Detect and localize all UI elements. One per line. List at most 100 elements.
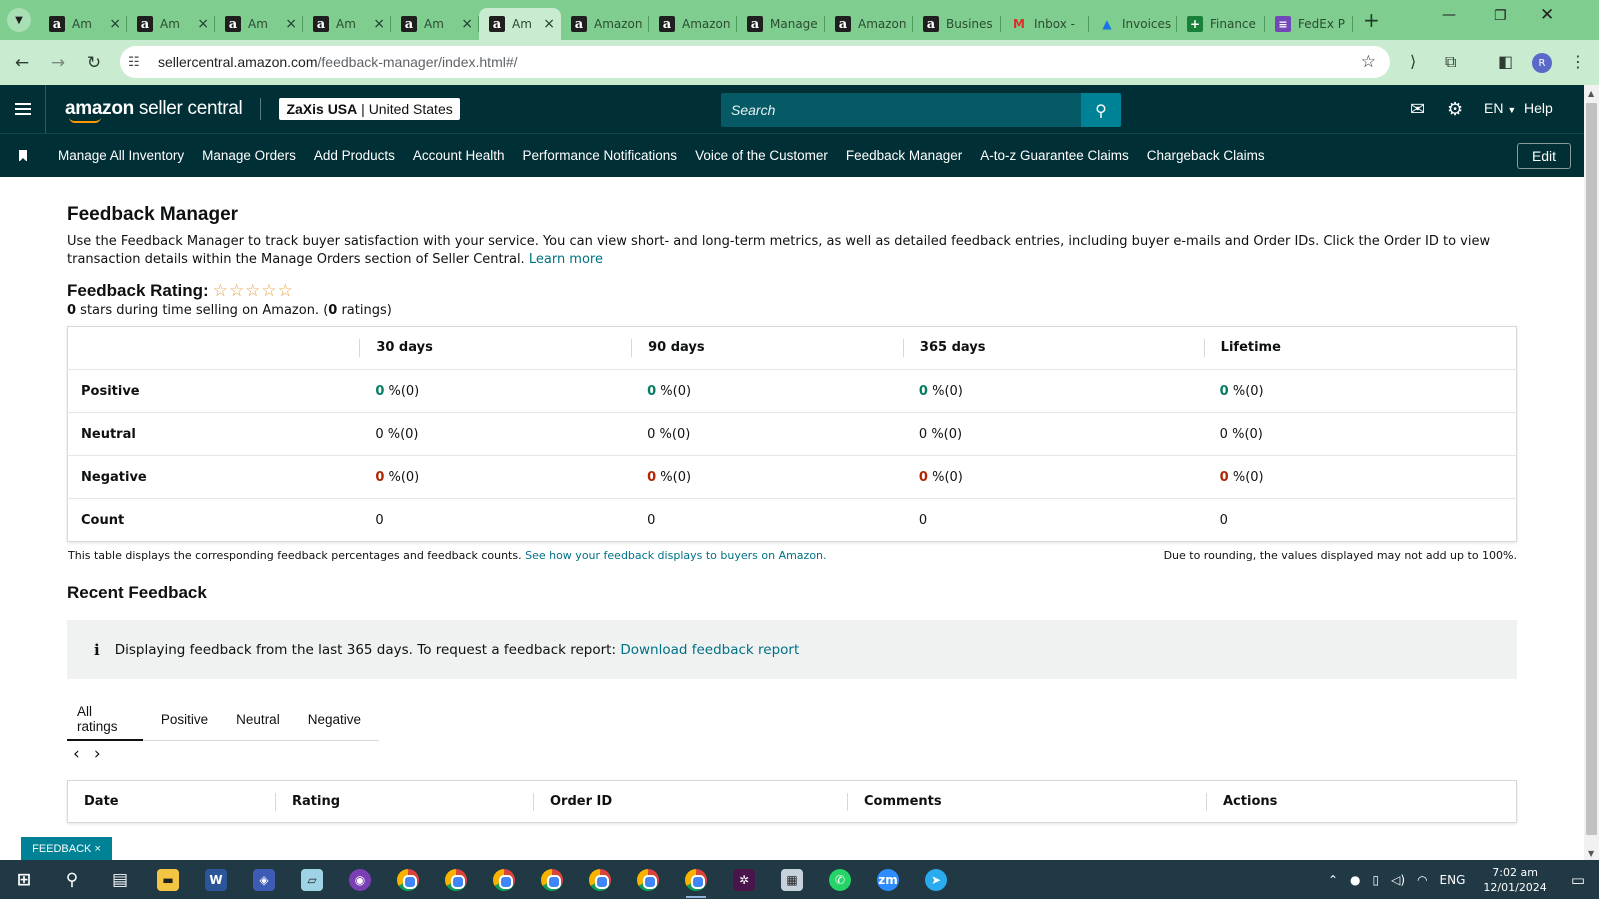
language-selector[interactable]: EN ▼ <box>1484 100 1516 116</box>
browser-tab[interactable]: M Inbox - <box>1001 8 1089 40</box>
page-scrollbar[interactable]: ▲ ▼ <box>1584 85 1599 860</box>
profile-avatar[interactable]: R <box>1532 53 1552 73</box>
taskbar-zoom[interactable]: zm <box>864 860 912 899</box>
seller-central-logo[interactable]: amazon seller central <box>65 98 243 123</box>
main-menu-button[interactable] <box>0 85 46 133</box>
taskbar-chrome[interactable] <box>480 860 528 899</box>
nav-item[interactable]: Voice of the Customer <box>695 148 828 163</box>
browser-tab[interactable]: a Am × <box>127 8 215 40</box>
rating-tab[interactable]: Positive <box>151 699 218 741</box>
feedback-display-link[interactable]: See how your feedback displays to buyers… <box>525 549 826 562</box>
gear-icon[interactable]: ⚙ <box>1447 99 1463 120</box>
recent-column-header[interactable]: Rating <box>275 792 533 811</box>
address-url[interactable]: sellercentral.amazon.com/feedback-manage… <box>158 54 518 70</box>
rating-tab[interactable]: Negative <box>298 699 371 741</box>
close-tab-icon[interactable]: × <box>285 16 297 32</box>
notifications-icon[interactable]: ▭ <box>1571 871 1585 889</box>
nav-item[interactable]: A-to-z Guarantee Claims <box>980 148 1129 163</box>
taskbar-chrome[interactable] <box>624 860 672 899</box>
volume-icon[interactable]: ◁) <box>1391 873 1405 887</box>
browser-tab[interactable]: a Am × <box>39 8 127 40</box>
bookmark-star-icon[interactable]: ☆ <box>1361 52 1376 72</box>
extension-icon[interactable]: ⟩ <box>1410 52 1416 71</box>
close-tab-icon[interactable]: × <box>109 16 121 32</box>
help-link[interactable]: Help <box>1524 100 1553 116</box>
close-tab-icon[interactable]: × <box>197 16 209 32</box>
close-tab-icon[interactable]: × <box>461 16 473 32</box>
browser-tab[interactable]: a Amazon <box>649 8 737 40</box>
site-info-icon[interactable]: ☷ <box>128 55 158 70</box>
search-button[interactable]: ⚲ <box>1081 93 1121 127</box>
browser-tab[interactable]: a Am × <box>391 8 479 40</box>
search-input[interactable] <box>721 93 1081 127</box>
back-button[interactable]: ← <box>4 53 40 73</box>
store-switcher[interactable]: ZaXis USA | United States <box>279 98 460 120</box>
close-tab-icon[interactable]: × <box>373 16 385 32</box>
taskbar-app-badge[interactable]: ◉ <box>336 860 384 899</box>
taskbar-chrome[interactable] <box>576 860 624 899</box>
nav-item[interactable]: Manage All Inventory <box>58 148 184 163</box>
taskbar-notepad[interactable]: ▱ <box>288 860 336 899</box>
restore-window-button[interactable]: ❐ <box>1494 8 1507 24</box>
forward-button[interactable]: → <box>40 53 76 73</box>
chevron-right-icon[interactable]: › <box>94 744 101 764</box>
browser-tab[interactable]: a Amazon <box>825 8 913 40</box>
taskbar-chrome[interactable] <box>672 860 720 899</box>
browser-tab[interactable]: ≡ FedEx P <box>1265 8 1353 40</box>
recent-column-header[interactable]: Date <box>68 793 275 811</box>
browser-tab[interactable]: a Amazon <box>561 8 649 40</box>
taskbar-search[interactable]: ⚲ <box>48 860 96 899</box>
rating-tab[interactable]: Neutral <box>226 699 290 741</box>
taskbar-vpn[interactable]: ◈ <box>240 860 288 899</box>
scroll-down-icon[interactable]: ▼ <box>1588 849 1594 858</box>
taskbar-calculator[interactable]: ▦ <box>768 860 816 899</box>
side-panel-icon[interactable]: ◧ <box>1498 52 1513 71</box>
extensions-puzzle-icon[interactable]: ⧉ <box>1445 52 1456 72</box>
taskbar-whatsapp[interactable]: ✆ <box>816 860 864 899</box>
nav-item[interactable]: Add Products <box>314 148 395 163</box>
close-feedback-icon[interactable]: × <box>94 843 100 855</box>
new-tab-button[interactable]: + <box>1363 8 1380 32</box>
nav-item[interactable]: Chargeback Claims <box>1147 148 1265 163</box>
mail-icon[interactable]: ✉ <box>1410 99 1425 120</box>
browser-tab[interactable]: ▲ Invoices <box>1089 8 1177 40</box>
close-window-button[interactable]: ✕ <box>1540 5 1554 25</box>
recent-column-header[interactable]: Order ID <box>533 792 847 811</box>
recent-column-header[interactable]: Comments <box>847 792 1206 811</box>
feedback-widget[interactable]: FEEDBACK × <box>21 837 112 860</box>
tab-search-button[interactable]: ▼ <box>7 8 31 32</box>
input-language[interactable]: ENG <box>1440 873 1466 887</box>
taskbar-word[interactable]: W <box>192 860 240 899</box>
chevron-left-icon[interactable]: ‹ <box>73 744 80 764</box>
scroll-thumb[interactable] <box>1586 103 1597 835</box>
battery-icon[interactable]: ▯ <box>1373 873 1380 887</box>
edit-nav-button[interactable]: Edit <box>1517 143 1571 169</box>
learn-more-link[interactable]: Learn more <box>529 252 603 267</box>
taskbar-chrome[interactable] <box>384 860 432 899</box>
taskbar-chrome[interactable] <box>432 860 480 899</box>
address-bar[interactable]: ☷ sellercentral.amazon.com/feedback-mana… <box>120 46 1390 78</box>
browser-tab[interactable]: a Am × <box>479 8 561 40</box>
rating-tab[interactable]: All ratings <box>67 699 143 741</box>
taskbar-task-view[interactable]: ▤ <box>96 860 144 899</box>
browser-tab[interactable]: a Busines <box>913 8 1001 40</box>
browser-tab[interactable]: a Am × <box>303 8 391 40</box>
microphone-icon[interactable]: ● <box>1350 873 1360 887</box>
taskbar-telegram[interactable]: ➤ <box>912 860 960 899</box>
close-tab-icon[interactable]: × <box>543 16 555 32</box>
taskbar-file-explorer[interactable]: ▬ <box>144 860 192 899</box>
browser-menu-icon[interactable]: ⋮ <box>1570 52 1586 71</box>
nav-item[interactable]: Manage Orders <box>202 148 296 163</box>
download-feedback-report-link[interactable]: Download feedback report <box>620 642 799 658</box>
nav-item[interactable]: Performance Notifications <box>522 148 677 163</box>
taskbar-chrome[interactable] <box>528 860 576 899</box>
browser-tab[interactable]: a Am × <box>215 8 303 40</box>
browser-tab[interactable]: a Manage <box>737 8 825 40</box>
taskbar-slack[interactable]: ✲ <box>720 860 768 899</box>
nav-item[interactable]: Feedback Manager <box>846 148 962 163</box>
wifi-icon[interactable]: ◠ <box>1417 873 1427 887</box>
reload-button[interactable]: ↻ <box>76 53 112 73</box>
browser-tab[interactable]: + Finance <box>1177 8 1265 40</box>
recent-column-header[interactable]: Actions <box>1206 792 1486 811</box>
taskbar-windows-start[interactable]: ⊞ <box>0 860 48 899</box>
